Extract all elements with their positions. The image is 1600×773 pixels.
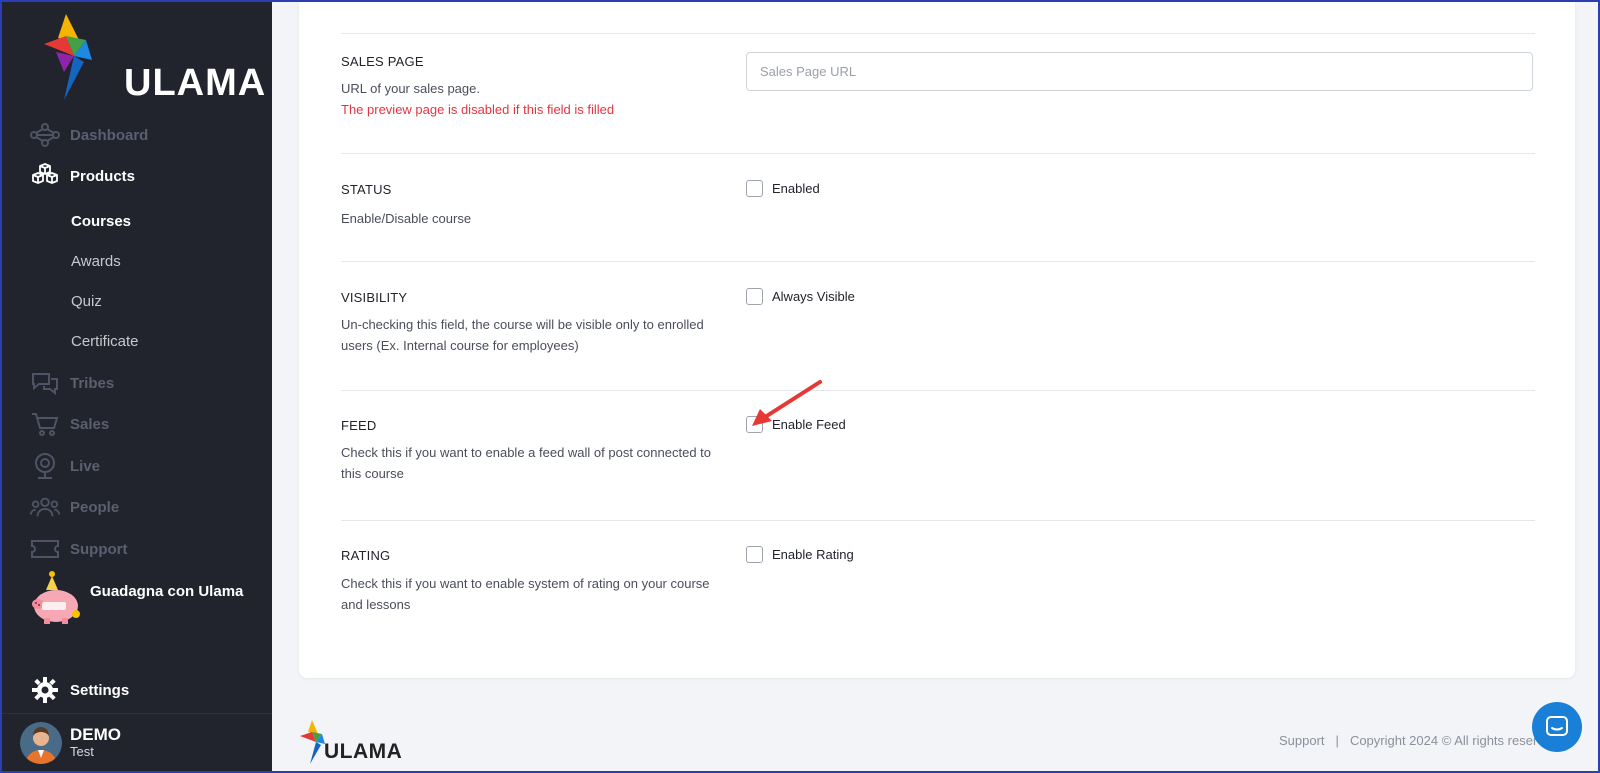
footer-links: Support | Copyright 2024 © All rights rese… <box>1279 733 1549 748</box>
sidebar-item-dashboard[interactable]: Dashboard <box>30 119 148 151</box>
sidebar-item-label: Sales <box>70 415 110 433</box>
field-description: Enable/Disable course <box>341 211 472 226</box>
field-description: Un-checking this field, the course will … <box>341 317 704 353</box>
chat-icon <box>1546 716 1568 736</box>
brand-name: ULAMA <box>124 62 267 104</box>
field-description: URL of your sales page. <box>341 81 480 96</box>
field-description: Check this if you want to enable a feed … <box>341 445 712 481</box>
sidebar-item-products[interactable]: Products <box>30 160 135 192</box>
sidebar-item-people[interactable]: People <box>30 491 119 523</box>
enable-rating-checkbox[interactable]: Enable Rating <box>746 546 854 563</box>
field-row-rating: RATING Check this if you want to enable … <box>341 520 1535 650</box>
sidebar-subitem-quiz[interactable]: Quiz <box>71 293 102 310</box>
gear-icon <box>30 675 60 705</box>
sidebar-item-live[interactable]: Live <box>30 450 100 482</box>
sidebar-item-label: Products <box>70 167 136 185</box>
checkbox-label: Always Visible <box>772 289 855 304</box>
people-icon <box>30 492 60 522</box>
settings-label: Settings <box>70 681 130 699</box>
sidebar-item-support[interactable]: Support <box>30 533 128 565</box>
chat-support-button[interactable] <box>1532 702 1582 752</box>
sidebar-item-label: Tribes <box>70 374 115 392</box>
field-title: FEED <box>341 418 377 433</box>
sidebar-item-label: Live <box>70 457 101 475</box>
field-title: VISIBILITY <box>341 290 408 305</box>
sidebar-promo-earn[interactable]: Guadagna con Ulama <box>28 570 243 626</box>
promo-label: Guadagna con Ulama <box>90 582 244 600</box>
field-row-sales-page: SALES PAGE URL of your sales page. The p… <box>341 33 1535 152</box>
footer-brand: ULAMA <box>324 740 403 763</box>
field-row-visibility: VISIBILITY Un-checking this field, the c… <box>341 261 1535 389</box>
footer-copyright: Copyright 2024 © All rights reserved <box>1349 733 1549 748</box>
chat-bubbles-icon <box>30 368 60 398</box>
cubes-icon <box>30 161 60 191</box>
field-description: Check this if you want to enable system … <box>341 576 710 612</box>
sidebar-item-settings[interactable]: Settings <box>30 675 129 705</box>
field-title: STATUS <box>341 182 392 197</box>
sidebar-subitem-courses[interactable]: Courses <box>71 213 131 230</box>
footer-support-link[interactable]: Support <box>1279 733 1325 748</box>
ulama-logo[interactable]: ULAMA <box>36 12 265 104</box>
footer-separator: | <box>1335 733 1339 748</box>
field-row-feed: FEED Check this if you want to enable a … <box>341 390 1535 520</box>
user-name: DEMO <box>70 725 121 745</box>
checkbox-box[interactable] <box>746 288 763 305</box>
sidebar-subitem-certificate[interactable]: Certificate <box>71 333 139 350</box>
sidebar-item-sales[interactable]: Sales <box>30 408 109 440</box>
sales-page-url-input[interactable] <box>746 52 1533 91</box>
field-row-status: STATUS Enable/Disable course Enabled <box>341 153 1535 261</box>
bird-logo-icon <box>44 14 92 100</box>
checkbox-box[interactable] <box>746 180 763 197</box>
piggy-bank-icon <box>32 571 80 624</box>
webcam-icon <box>30 451 60 481</box>
user-profile[interactable]: DEMO Test <box>2 713 272 771</box>
sidebar-item-tribes[interactable]: Tribes <box>30 367 114 399</box>
ticket-icon <box>30 534 60 564</box>
course-settings-card: SALES PAGE URL of your sales page. The p… <box>299 2 1575 678</box>
footer-logo[interactable]: ULAMA <box>298 720 408 768</box>
sidebar: ULAMA Dashboard Products Courses Awards … <box>2 2 272 771</box>
field-title: RATING <box>341 548 391 563</box>
field-title: SALES PAGE <box>341 54 424 69</box>
user-subtitle: Test <box>70 743 94 759</box>
sidebar-item-label: Support <box>70 540 128 558</box>
checkbox-box[interactable] <box>746 546 763 563</box>
sidebar-item-label: People <box>70 498 120 516</box>
avatar <box>20 721 62 764</box>
sidebar-subitem-awards[interactable]: Awards <box>71 253 121 270</box>
sidebar-item-label: Dashboard <box>70 126 149 144</box>
always-visible-checkbox[interactable]: Always Visible <box>746 288 855 305</box>
status-checkbox[interactable]: Enabled <box>746 180 820 197</box>
field-warning: The preview page is disabled if this fie… <box>341 102 615 117</box>
network-icon <box>30 120 60 150</box>
annotation-arrow-icon <box>752 380 822 426</box>
checkbox-label: Enable Rating <box>772 547 854 562</box>
checkbox-label: Enabled <box>772 181 820 196</box>
cart-icon <box>30 409 60 439</box>
